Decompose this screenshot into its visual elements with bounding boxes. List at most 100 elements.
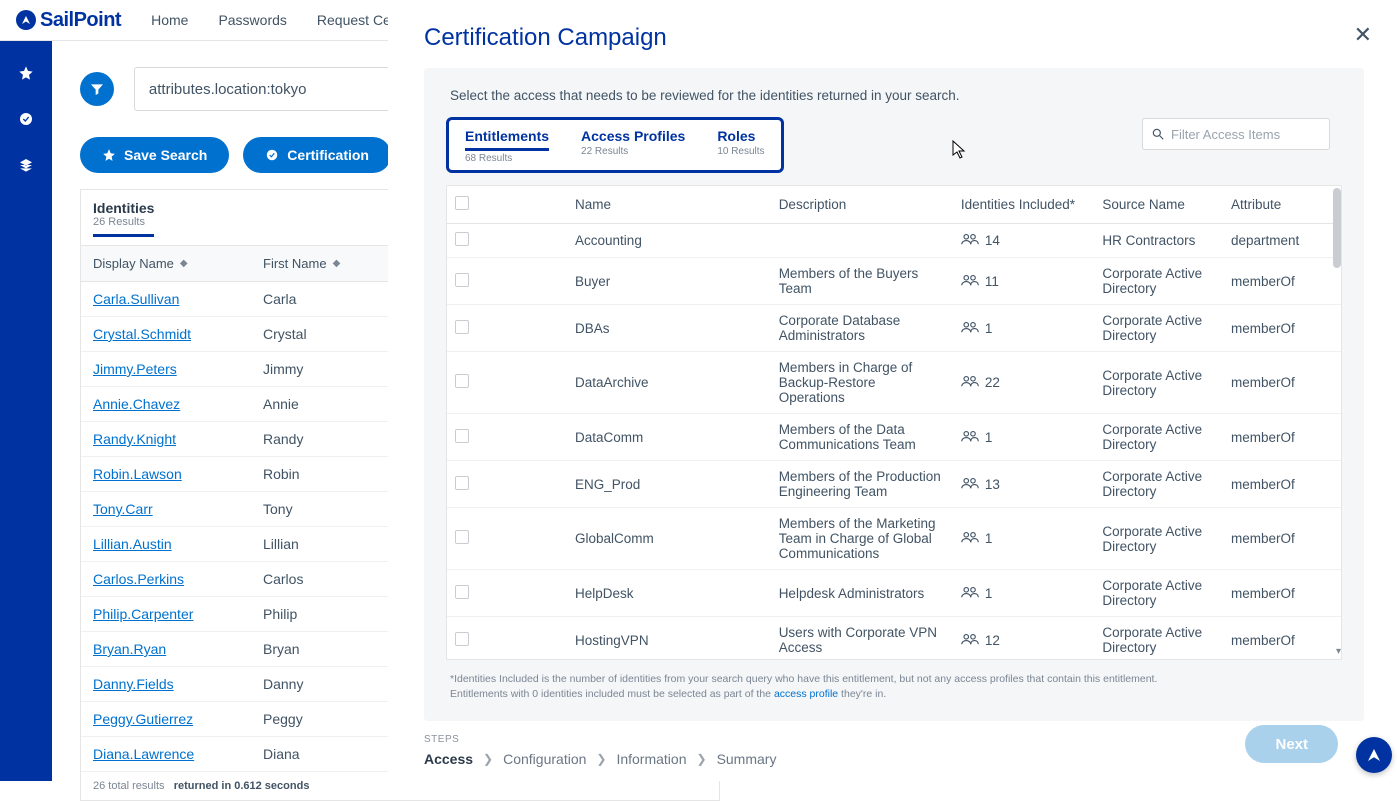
filter-button[interactable] <box>80 72 114 106</box>
help-widget-button[interactable] <box>1356 737 1392 773</box>
row-checkbox[interactable] <box>455 530 469 544</box>
cell-description: Users with Corporate VPN Access <box>771 617 953 661</box>
cell-source-name: Corporate Active Directory <box>1094 570 1223 617</box>
cell-attribute: department <box>1223 224 1341 258</box>
close-icon[interactable]: ✕ <box>1354 22 1372 48</box>
row-checkbox[interactable] <box>455 273 469 287</box>
people-icon <box>961 632 979 649</box>
brand-logo[interactable]: SailPoint <box>16 9 121 32</box>
entitlements-grid: ▾ Name Description Identities Included* … <box>446 185 1342 660</box>
scrollbar-thumb[interactable] <box>1333 188 1341 268</box>
cell-description: Members of the Production Engineering Te… <box>771 461 953 508</box>
cell-name: Buyer <box>567 258 771 305</box>
cell-attribute: memberOf <box>1223 461 1341 508</box>
entitlement-row: DBAsCorporate Database Administrators 1C… <box>447 305 1341 352</box>
row-checkbox[interactable] <box>455 320 469 334</box>
row-checkbox[interactable] <box>455 374 469 388</box>
cell-identities-included: 11 <box>953 258 1094 305</box>
identity-link[interactable]: Randy.Knight <box>93 431 176 447</box>
grid-footnote: *Identities Included is the number of id… <box>424 660 1364 701</box>
entitlement-row: BuyerMembers of the Buyers Team 11Corpor… <box>447 258 1341 305</box>
cell-source-name: Corporate Active Directory <box>1094 305 1223 352</box>
cell-identities-included: 13 <box>953 461 1094 508</box>
people-icon <box>961 273 979 290</box>
identity-link[interactable]: Lillian.Austin <box>93 536 172 552</box>
people-icon <box>961 476 979 493</box>
identity-link[interactable]: Crystal.Schmidt <box>93 326 191 342</box>
filter-placeholder: Filter Access Items <box>1171 127 1280 142</box>
row-checkbox[interactable] <box>455 232 469 246</box>
col-name[interactable]: Name <box>567 186 771 224</box>
cell-attribute: memberOf <box>1223 414 1341 461</box>
cell-source-name: Corporate Active Directory <box>1094 414 1223 461</box>
tab-roles[interactable]: Roles 10 Results <box>701 120 780 170</box>
cell-identities-included: 1 <box>953 508 1094 570</box>
scrollbar-down-icon[interactable]: ▾ <box>1336 646 1341 657</box>
cell-source-name: HR Contractors <box>1094 224 1223 258</box>
identity-link[interactable]: Peggy.Gutierrez <box>93 711 193 727</box>
people-icon <box>961 320 979 337</box>
steps-label: STEPS <box>424 734 776 745</box>
sailpoint-icon <box>16 10 36 30</box>
entitlement-row: HelpDeskHelpdesk Administrators 1Corpora… <box>447 570 1341 617</box>
identity-link[interactable]: Diana.Lawrence <box>93 746 194 762</box>
entitlement-row: DataCommMembers of the Data Communicatio… <box>447 414 1341 461</box>
check-badge-icon[interactable] <box>13 101 39 137</box>
identity-link[interactable]: Philip.Carpenter <box>93 606 193 622</box>
identity-link[interactable]: Annie.Chavez <box>93 396 180 412</box>
cell-attribute: memberOf <box>1223 352 1341 414</box>
identity-link[interactable]: Danny.Fields <box>93 676 174 692</box>
col-attribute[interactable]: Attribute <box>1223 186 1341 224</box>
star-icon <box>102 148 116 162</box>
row-checkbox[interactable] <box>455 632 469 646</box>
identities-tab-title[interactable]: Identities <box>93 200 154 216</box>
cell-identities-included: 12 <box>953 617 1094 661</box>
entitlement-row: DataArchiveMembers in Charge of Backup-R… <box>447 352 1341 414</box>
step-configuration[interactable]: Configuration <box>503 751 586 767</box>
identity-link[interactable]: Bryan.Ryan <box>93 641 166 657</box>
step-summary[interactable]: Summary <box>717 751 777 767</box>
cell-name: HelpDesk <box>567 570 771 617</box>
certification-label: Certification <box>287 147 369 163</box>
row-checkbox[interactable] <box>455 476 469 490</box>
chevron-right-icon: ❯ <box>596 752 606 766</box>
cell-identities-included: 14 <box>953 224 1094 258</box>
row-checkbox[interactable] <box>455 429 469 443</box>
identity-link[interactable]: Tony.Carr <box>93 501 153 517</box>
cell-name: DataArchive <box>567 352 771 414</box>
select-all-checkbox[interactable] <box>455 196 469 210</box>
people-icon <box>961 429 979 446</box>
cell-description: Members of the Buyers Team <box>771 258 953 305</box>
cell-identities-included: 1 <box>953 305 1094 352</box>
cell-attribute: memberOf <box>1223 305 1341 352</box>
col-source-name[interactable]: Source Name <box>1094 186 1223 224</box>
col-display-name[interactable]: Display Name◆ <box>81 246 251 281</box>
cell-description: Members in Charge of Backup-Restore Oper… <box>771 352 953 414</box>
tab-entitlements[interactable]: Entitlements 68 Results <box>449 120 565 170</box>
nav-passwords[interactable]: Passwords <box>218 12 286 28</box>
identity-link[interactable]: Carlos.Perkins <box>93 571 184 587</box>
identity-link[interactable]: Carla.Sullivan <box>93 291 179 307</box>
step-information[interactable]: Information <box>616 751 686 767</box>
search-icon <box>1151 127 1165 141</box>
cell-name: DataComm <box>567 414 771 461</box>
access-profile-link[interactable]: access profile <box>774 688 838 700</box>
people-icon <box>961 530 979 547</box>
certification-button[interactable]: Certification <box>243 137 391 173</box>
breadcrumb: Access ❯ Configuration ❯ Information ❯ S… <box>424 751 776 767</box>
layers-icon[interactable] <box>13 147 39 183</box>
filter-access-items[interactable]: Filter Access Items <box>1142 118 1330 150</box>
tab-access-profiles[interactable]: Access Profiles 22 Results <box>565 120 701 170</box>
next-button[interactable]: Next <box>1245 725 1338 763</box>
nav-home[interactable]: Home <box>151 12 188 28</box>
col-identities-included[interactable]: Identities Included* <box>953 186 1094 224</box>
people-icon <box>961 374 979 391</box>
cell-identities-included: 1 <box>953 570 1094 617</box>
identity-link[interactable]: Robin.Lawson <box>93 466 182 482</box>
save-search-button[interactable]: Save Search <box>80 137 229 173</box>
col-description[interactable]: Description <box>771 186 953 224</box>
row-checkbox[interactable] <box>455 585 469 599</box>
step-access[interactable]: Access <box>424 751 473 767</box>
identity-link[interactable]: Jimmy.Peters <box>93 361 177 377</box>
star-icon[interactable] <box>13 55 39 91</box>
